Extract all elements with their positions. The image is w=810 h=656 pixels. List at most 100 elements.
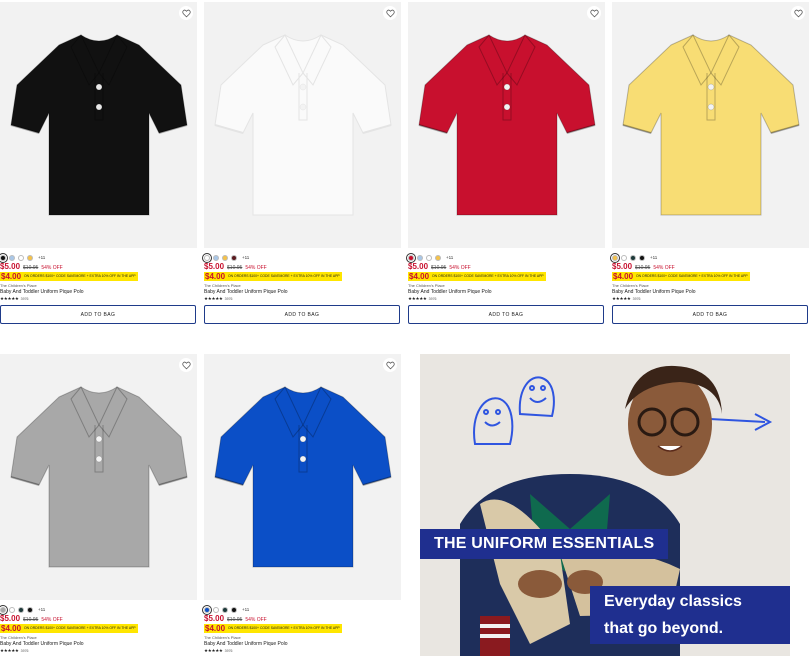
- product-card[interactable]: +11 $5.00 $10.95 54% OFF $4.00 ON ORDERS…: [202, 354, 401, 654]
- price-row: $5.00 $10.95 54% OFF: [204, 614, 401, 623]
- product-card[interactable]: +11 $5.00 $10.95 54% OFF $4.00 ON ORDERS…: [0, 2, 197, 324]
- color-swatch[interactable]: [435, 254, 441, 261]
- rating-count: 3976: [224, 649, 233, 653]
- more-colors[interactable]: +11: [38, 607, 45, 612]
- promo-subheadline: Everyday classics that go beyond.: [590, 586, 790, 644]
- color-swatch[interactable]: [222, 606, 228, 613]
- color-swatch[interactable]: [621, 254, 627, 261]
- promo-price: $4.00: [0, 624, 23, 633]
- promo-price-row: $4.00 ON ORDERS $100+ CODE SAVEMORE + EX…: [612, 272, 809, 281]
- color-swatch[interactable]: [0, 604, 8, 615]
- color-swatch[interactable]: [610, 252, 620, 263]
- product-brand: The Children's Place: [0, 283, 37, 288]
- color-swatch[interactable]: [202, 252, 212, 263]
- more-colors[interactable]: +11: [242, 607, 249, 612]
- color-swatch[interactable]: [202, 604, 212, 615]
- price-now: $5.00: [0, 262, 21, 271]
- add-to-bag-button[interactable]: ADD TO BAG: [408, 305, 604, 324]
- product-name[interactable]: Baby And Toddler Uniform Pique Polo: [204, 641, 401, 648]
- color-swatches: +11: [202, 604, 401, 615]
- product-image[interactable]: [204, 354, 401, 600]
- price-row: $5.00 $10.95 54% OFF: [0, 614, 197, 623]
- product-image[interactable]: [204, 2, 401, 248]
- price-now: $5.00: [204, 262, 225, 271]
- wishlist-heart-icon[interactable]: [587, 6, 601, 20]
- color-swatch[interactable]: [27, 254, 33, 261]
- rating-stars: ★★★★★: [408, 296, 427, 301]
- add-to-bag-button[interactable]: ADD TO BAG: [612, 305, 808, 324]
- promo-banner[interactable]: THE UNIFORM ESSENTIALS Everyday classics…: [420, 354, 790, 656]
- promo-text: ON ORDERS $100+ CODE SAVEMORE + EXTRA 10…: [430, 272, 546, 281]
- product-card[interactable]: +11 $5.00 $10.95 54% OFF $4.00 ON ORDERS…: [610, 2, 809, 324]
- price-row: $5.00 $10.95 54% OFF: [408, 262, 605, 271]
- color-swatch[interactable]: [213, 254, 219, 261]
- add-to-bag-button[interactable]: ADD TO BAG: [0, 305, 196, 324]
- more-colors[interactable]: +11: [446, 255, 453, 260]
- color-swatch[interactable]: [0, 252, 8, 263]
- product-image[interactable]: [0, 2, 197, 248]
- product-card[interactable]: +11 $5.00 $10.95 54% OFF $4.00 ON ORDERS…: [202, 2, 401, 324]
- product-brand: The Children's Place: [204, 635, 241, 640]
- color-swatch[interactable]: [231, 254, 237, 261]
- promo-headline: THE UNIFORM ESSENTIALS: [420, 529, 669, 559]
- color-swatch[interactable]: [213, 606, 219, 613]
- product-name[interactable]: Baby And Toddler Uniform Pique Polo: [204, 289, 401, 296]
- discount-label: 54% OFF: [245, 265, 267, 271]
- color-swatches: +11: [0, 252, 197, 263]
- price-was: $10.95: [431, 265, 447, 271]
- product-image[interactable]: [0, 354, 197, 600]
- product-card[interactable]: +11 $5.00 $10.95 54% OFF $4.00 ON ORDERS…: [406, 2, 605, 324]
- color-swatches: +11: [0, 604, 197, 615]
- wishlist-heart-icon[interactable]: [179, 6, 193, 20]
- product-name[interactable]: Baby And Toddler Uniform Pique Polo: [0, 641, 197, 648]
- wishlist-heart-icon[interactable]: [383, 6, 397, 20]
- color-swatches: +11: [610, 252, 809, 263]
- rating-stars: ★★★★★: [612, 296, 631, 301]
- promo-text: ON ORDERS $100+ CODE SAVEMORE + EXTRA 10…: [226, 624, 342, 633]
- wishlist-heart-icon[interactable]: [791, 6, 805, 20]
- promo-price-row: $4.00 ON ORDERS $100+ CODE SAVEMORE + EX…: [408, 272, 605, 281]
- product-name[interactable]: Baby And Toddler Uniform Pique Polo: [612, 289, 809, 296]
- product-image[interactable]: [408, 2, 605, 248]
- add-to-bag-button[interactable]: ADD TO BAG: [204, 305, 400, 324]
- color-swatch[interactable]: [630, 254, 636, 261]
- price-now: $5.00: [612, 262, 633, 271]
- more-colors[interactable]: +11: [242, 255, 249, 260]
- wishlist-heart-icon[interactable]: [179, 358, 193, 372]
- color-swatch[interactable]: [406, 252, 416, 263]
- price-now: $5.00: [408, 262, 429, 271]
- product-brand: The Children's Place: [204, 283, 241, 288]
- color-swatch[interactable]: [426, 254, 432, 261]
- color-swatch[interactable]: [231, 606, 237, 613]
- color-swatches: +11: [406, 252, 605, 263]
- color-swatch[interactable]: [27, 606, 33, 613]
- promo-text: ON ORDERS $100+ CODE SAVEMORE + EXTRA 10…: [634, 272, 750, 281]
- product-image[interactable]: [612, 2, 809, 248]
- price-row: $5.00 $10.95 54% OFF: [204, 262, 401, 271]
- wishlist-heart-icon[interactable]: [383, 358, 397, 372]
- color-swatch[interactable]: [9, 606, 15, 613]
- product-rating: ★★★★★ 3976: [408, 296, 605, 302]
- rating-stars: ★★★★★: [204, 648, 223, 653]
- product-rating: ★★★★★ 3976: [0, 296, 197, 302]
- color-swatch[interactable]: [18, 606, 24, 613]
- product-card[interactable]: +11 $5.00 $10.95 54% OFF $4.00 ON ORDERS…: [0, 354, 197, 654]
- color-swatch[interactable]: [639, 254, 645, 261]
- color-swatch[interactable]: [18, 254, 24, 261]
- color-swatch[interactable]: [222, 254, 228, 261]
- color-swatches: +11: [202, 252, 401, 263]
- price-now: $5.00: [204, 614, 225, 623]
- rating-count: 3976: [632, 297, 641, 301]
- product-name[interactable]: Baby And Toddler Uniform Pique Polo: [0, 289, 197, 296]
- color-swatch[interactable]: [9, 254, 15, 261]
- color-swatch[interactable]: [417, 254, 423, 261]
- price-now: $5.00: [0, 614, 21, 623]
- product-rating: ★★★★★ 3976: [204, 296, 401, 302]
- product-name[interactable]: Baby And Toddler Uniform Pique Polo: [408, 289, 605, 296]
- product-rating: ★★★★★ 3976: [204, 648, 401, 654]
- promo-subline-2: that go beyond.: [604, 620, 724, 637]
- promo-text: ON ORDERS $100+ CODE SAVEMORE + EXTRA 10…: [22, 624, 138, 633]
- promo-text: ON ORDERS $100+ CODE SAVEMORE + EXTRA 10…: [22, 272, 138, 281]
- more-colors[interactable]: +11: [38, 255, 45, 260]
- more-colors[interactable]: +11: [650, 255, 657, 260]
